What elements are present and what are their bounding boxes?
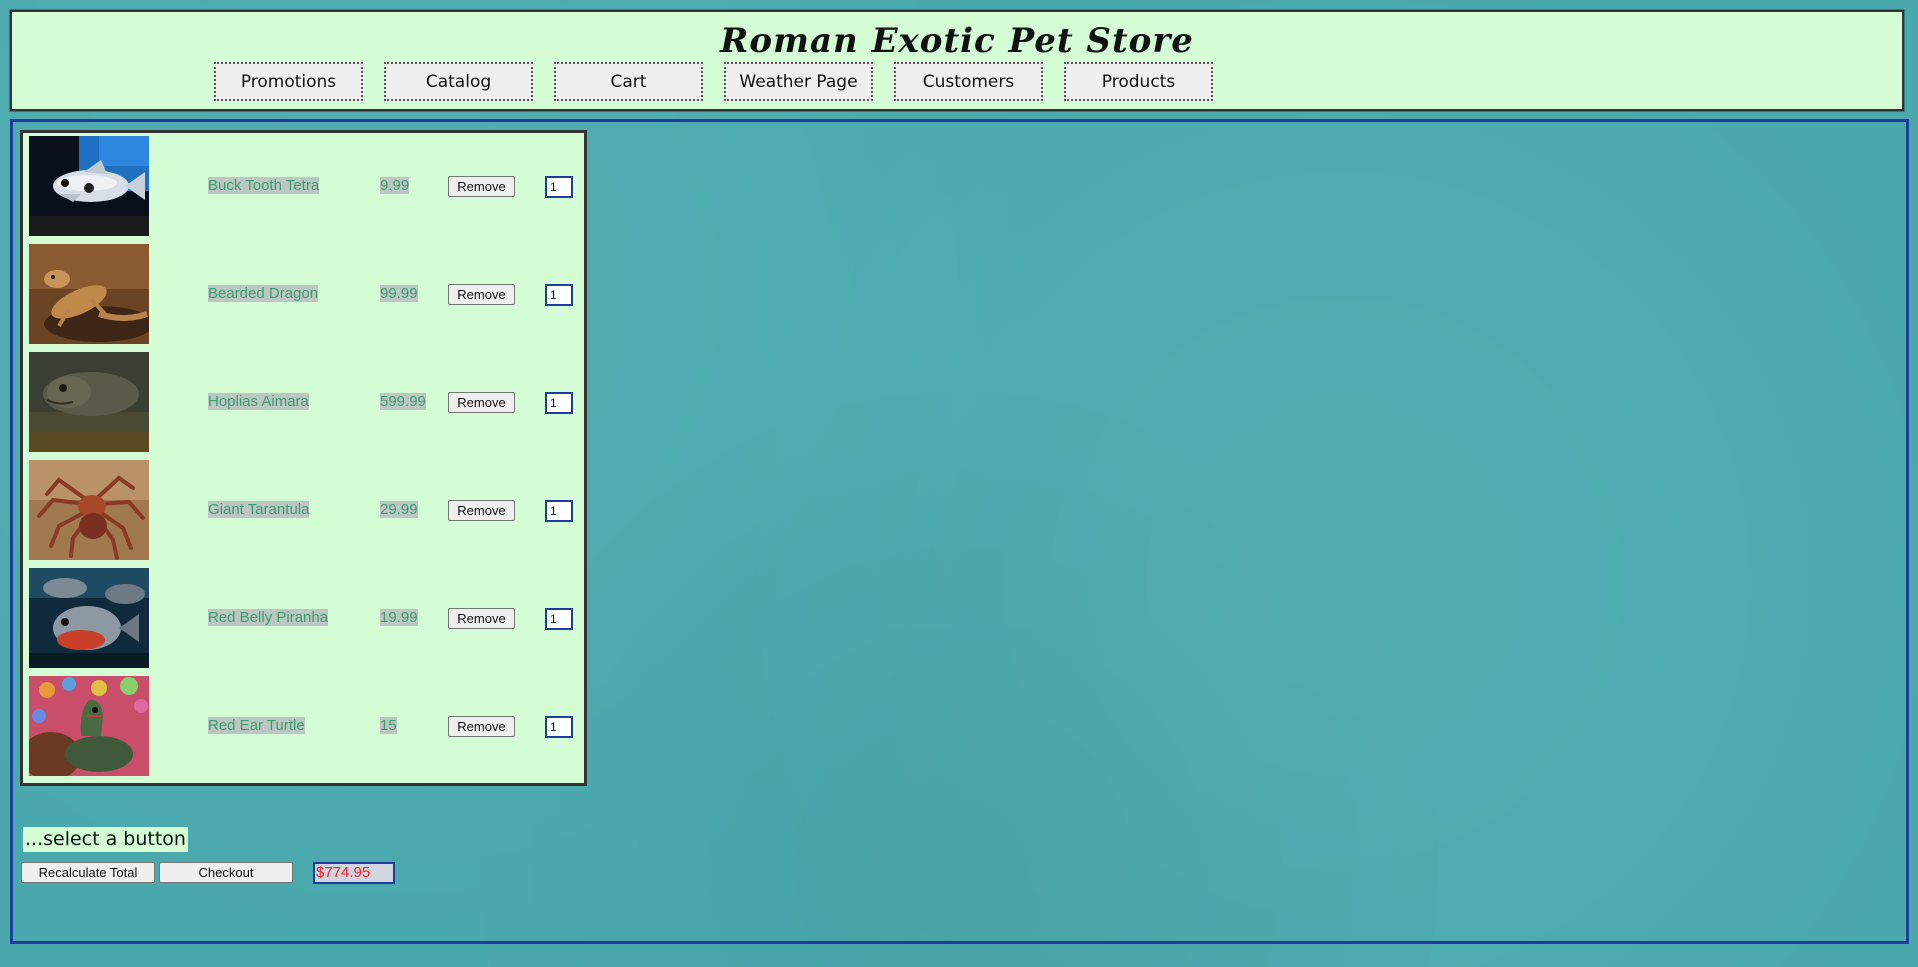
fish-photo-icon (29, 568, 149, 668)
cart-item-row: Red Belly Piranha 19.99 Remove (29, 568, 579, 669)
checkout-button[interactable]: Checkout (159, 862, 293, 883)
cart-item-row: Hoplias Aimara 599.99 Remove (29, 352, 579, 453)
item-name: Bearded Dragon (208, 285, 319, 302)
item-price: 29.99 (380, 501, 418, 518)
cart-item-row: Bearded Dragon 99.99 Remove (29, 244, 579, 345)
item-name: Hoplias Aimara (208, 393, 309, 410)
nav-cart-button[interactable]: Cart (554, 62, 703, 101)
remove-button[interactable]: Remove (448, 608, 515, 629)
total-amount-field: $774.95 (313, 862, 395, 884)
item-price: 19.99 (380, 609, 418, 626)
remove-button[interactable]: Remove (448, 176, 515, 197)
quantity-input[interactable] (545, 392, 573, 414)
remove-button[interactable]: Remove (448, 716, 515, 737)
recalculate-total-button[interactable]: Recalculate Total (21, 862, 155, 883)
item-name: Buck Tooth Tetra (208, 177, 320, 194)
nav-catalog-button[interactable]: Catalog (384, 62, 533, 101)
fish-photo-icon (29, 352, 149, 452)
spider-photo-icon (29, 460, 149, 560)
nav-customers-button[interactable]: Customers (894, 62, 1043, 101)
cart-item-row: Giant Tarantula 29.99 Remove (29, 460, 579, 561)
quantity-input[interactable] (545, 176, 573, 198)
site-header: Roman Exotic Pet Store Promotions Catalo… (10, 10, 1904, 111)
item-name: Red Ear Turtle (208, 717, 305, 734)
quantity-input[interactable] (545, 284, 573, 306)
quantity-input[interactable] (545, 716, 573, 738)
nav-products-button[interactable]: Products (1064, 62, 1213, 101)
item-price: 599.99 (380, 393, 426, 410)
quantity-input[interactable] (545, 500, 573, 522)
remove-button[interactable]: Remove (448, 500, 515, 521)
cart-panel: Buck Tooth Tetra 9.99 Remove Bearded Dra… (20, 130, 587, 786)
turtle-photo-icon (29, 676, 149, 776)
remove-button[interactable]: Remove (448, 392, 515, 413)
fish-photo-icon (29, 136, 149, 236)
item-price: 9.99 (380, 177, 410, 194)
item-price: 99.99 (380, 285, 418, 302)
quantity-input[interactable] (545, 608, 573, 630)
cart-item-row: Red Ear Turtle 15 Remove (29, 676, 579, 777)
status-message: ...select a button (23, 827, 188, 852)
lizard-photo-icon (29, 244, 149, 344)
store-title: Roman Exotic Pet Store (720, 21, 1194, 61)
item-name: Red Belly Piranha (208, 609, 329, 626)
nav-promotions-button[interactable]: Promotions (214, 62, 363, 101)
nav-weather-page-button[interactable]: Weather Page (724, 62, 873, 101)
cart-item-row: Buck Tooth Tetra 9.99 Remove (29, 136, 579, 237)
item-price: 15 (380, 717, 397, 734)
item-name: Giant Tarantula (208, 501, 310, 518)
remove-button[interactable]: Remove (448, 284, 515, 305)
